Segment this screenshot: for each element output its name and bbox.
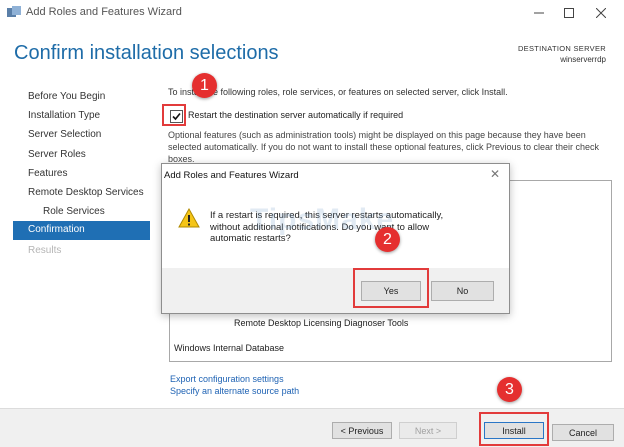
alternate-source-link[interactable]: Specify an alternate source path xyxy=(170,386,299,396)
window-title: Add Roles and Features Wizard xyxy=(26,6,182,18)
nav-item-server-selection[interactable]: Server Selection xyxy=(28,129,101,140)
highlight-yes-button xyxy=(353,268,429,308)
nav-item-server-roles[interactable]: Server Roles xyxy=(28,149,86,160)
step-badge-2: 2 xyxy=(375,227,400,252)
nav-item-confirmation[interactable]: Confirmation xyxy=(13,221,150,240)
previous-button[interactable]: < Previous xyxy=(332,422,392,439)
step-badge-1: 1 xyxy=(192,73,217,98)
maximize-icon xyxy=(564,8,574,18)
destination-server-label: DESTINATION SERVER xyxy=(517,44,606,53)
export-configuration-link[interactable]: Export configuration settings xyxy=(170,374,284,384)
no-button[interactable]: No xyxy=(431,281,494,301)
list-item: Windows Internal Database xyxy=(174,343,285,353)
restart-checkbox-label[interactable]: Restart the destination server automatic… xyxy=(188,110,403,120)
cancel-button[interactable]: Cancel xyxy=(552,424,614,441)
restart-confirm-dialog: Add Roles and Features Wizard ✕ If a res… xyxy=(161,163,510,314)
nav-item-remote-desktop-services[interactable]: Remote Desktop Services xyxy=(28,187,144,198)
maximize-button[interactable] xyxy=(558,4,580,22)
nav-item-confirmation-label: Confirmation xyxy=(28,224,85,235)
nav-item-features[interactable]: Features xyxy=(28,168,67,179)
server-manager-icon xyxy=(7,6,21,17)
list-item: Remote Desktop Licensing Diagnoser Tools xyxy=(234,318,409,328)
intro-text: To install the following roles, role ser… xyxy=(168,87,508,97)
nav-item-before-you-begin[interactable]: Before You Begin xyxy=(28,91,105,102)
minimize-icon xyxy=(534,12,544,14)
highlight-install-button xyxy=(479,412,549,446)
destination-server-name: winserverrdp xyxy=(560,55,606,64)
dialog-close-button[interactable]: ✕ xyxy=(490,167,500,181)
warning-icon xyxy=(178,208,200,228)
page-title: Confirm installation selections xyxy=(14,42,279,64)
close-icon xyxy=(596,8,606,18)
next-button: Next > xyxy=(399,422,457,439)
nav-item-results: Results xyxy=(28,245,62,256)
optional-features-text: Optional features (such as administratio… xyxy=(168,130,600,164)
close-window-button[interactable] xyxy=(590,4,612,22)
highlight-restart-checkbox xyxy=(162,104,186,126)
dialog-footer: Yes No xyxy=(162,268,509,313)
nav-item-role-services[interactable]: Role Services xyxy=(43,206,105,217)
step-badge-3: 3 xyxy=(497,377,522,402)
watermark: TipsMake xyxy=(250,203,395,236)
dialog-title: Add Roles and Features Wizard xyxy=(164,170,299,181)
minimize-button[interactable] xyxy=(528,4,550,22)
title-bar: Add Roles and Features Wizard xyxy=(0,0,624,26)
nav-item-installation-type[interactable]: Installation Type xyxy=(28,110,100,121)
